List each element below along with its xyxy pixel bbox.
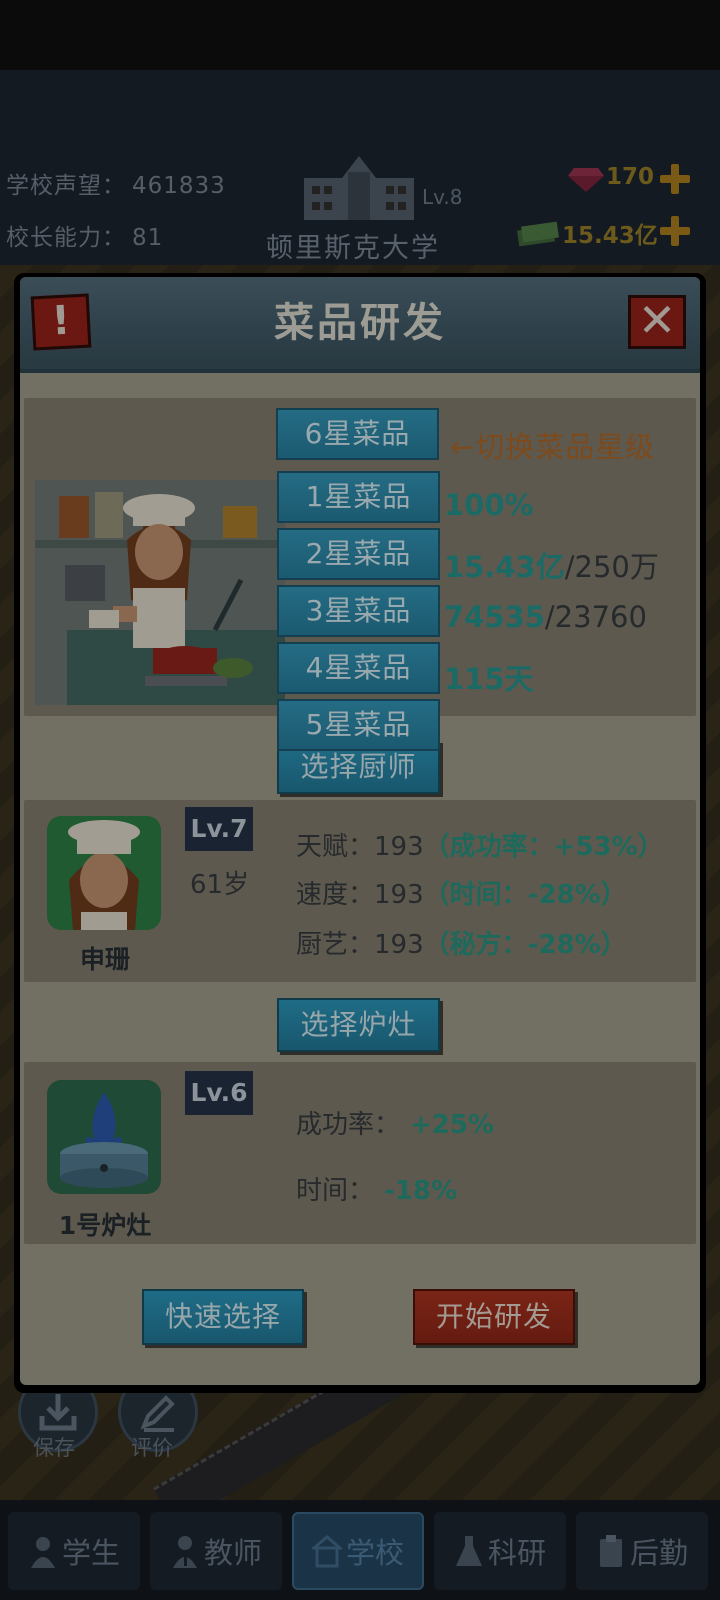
star-switch-hint: ←切换菜品星级 [450,430,656,464]
chef-age: 61岁 [190,870,250,900]
info-button[interactable]: ! [30,293,92,351]
gem-count: 170 [606,164,655,190]
reputation-value: 461833 [132,173,226,199]
pencil-icon [140,1395,175,1432]
points-value: 74535/23760 [444,600,647,634]
close-icon: ✕ [637,293,677,347]
add-money-icon[interactable] [660,216,690,246]
points-have: 74535 [444,600,545,634]
stove-success: 成功率： +25% [296,1104,494,1141]
chef-name: 申珊 [79,945,130,974]
school-icon [311,1535,342,1568]
craft-bonus: （秘方：-28%） [423,930,627,960]
school-building-icon[interactable] [300,150,418,222]
school-name: 顿里斯克大学 [266,233,440,264]
clipboard-icon [599,1535,622,1567]
chef-speed: 速度：193（时间：-28%） [296,874,627,911]
stove-time: 时间： -18% [296,1170,457,1207]
star-level-dropdown[interactable]: 6星菜品 [276,408,439,460]
reputation-label: 学校声望： [6,173,126,199]
star-option-1[interactable]: 1星菜品 [277,471,440,523]
start-research-button[interactable]: 开始研发 [413,1289,575,1345]
save-label: 保存 [33,1436,75,1460]
cost-have: 15.43亿 [444,550,565,584]
flask-icon [455,1536,482,1566]
chef-avatar[interactable] [47,816,161,930]
ability-value: 81 [132,225,164,251]
chef-level-badge: Lv.7 [185,807,253,851]
star-option-4[interactable]: 4星菜品 [277,642,440,694]
bottom-tab-bar: 学生 教师 学校 科研 后勤 [0,1500,720,1600]
talent-label: 天赋： [296,832,375,862]
stove-icon[interactable] [47,1080,161,1194]
tab-school[interactable]: 学校 [292,1512,424,1590]
tab-label: 学校 [345,1536,404,1570]
cost-value: 15.43亿/250万 [444,544,659,586]
stove-time-label: 时间： [296,1176,375,1206]
ability-stat: 校长能力： 81 [6,218,163,252]
dialog-title: 菜品研发 [274,300,446,346]
add-gems-icon[interactable] [660,164,690,194]
cost-need: /250万 [564,550,659,584]
speed-bonus: （时间：-28%） [423,880,627,910]
chef-talent: 天赋：193（成功率：+53%） [296,826,664,863]
close-button[interactable]: ✕ [628,295,686,349]
select-stove-button[interactable]: 选择炉灶 [277,998,440,1052]
craft-label: 厨艺： [296,930,375,960]
chef-craft: 厨艺：193（秘方：-28%） [296,924,627,961]
star-option-5[interactable]: 5星菜品 [277,699,440,751]
speed-value: 193 [374,880,424,910]
star-option-2[interactable]: 2星菜品 [277,528,440,580]
success-rate-value: 100% [444,488,534,522]
money-icon [517,221,559,246]
quick-select-button[interactable]: 快速选择 [142,1289,304,1345]
tab-teachers[interactable]: 教师 [150,1512,282,1590]
reputation-stat: 学校声望： 461833 [6,166,226,200]
points-need: /23760 [544,600,647,634]
tab-logistics[interactable]: 后勤 [576,1512,708,1590]
stove-level-badge: Lv.6 [185,1071,253,1115]
review-label: 评价 [131,1436,173,1460]
talent-value: 193 [374,832,424,862]
talent-bonus: （成功率：+53%） [423,832,664,862]
stove-success-label: 成功率： [296,1110,401,1140]
chef-cooking-illustration [35,480,285,705]
teacher-icon [172,1536,197,1568]
student-icon [30,1537,55,1568]
stove-success-bonus: +25% [410,1110,495,1140]
tab-research[interactable]: 科研 [434,1512,566,1590]
duration-value: 115天 [444,656,534,698]
speed-label: 速度： [296,880,375,910]
tab-label: 教师 [203,1536,262,1570]
gem-icon [568,168,604,192]
duration: 115天 [444,662,534,696]
tab-label: 后勤 [629,1536,688,1570]
download-icon [39,1394,77,1431]
tab-label: 科研 [487,1536,546,1570]
star-option-3[interactable]: 3星菜品 [277,585,440,637]
craft-value: 193 [374,930,424,960]
stove-time-bonus: -18% [384,1176,458,1206]
school-level: Lv.8 [422,185,463,209]
alert-icon: ! [50,297,72,345]
ability-label: 校长能力： [6,225,126,251]
stove-name: 1号炉灶 [58,1211,152,1240]
tab-students[interactable]: 学生 [8,1512,140,1590]
money-amount: 15.43亿 [562,223,658,249]
success-rate: 100% [444,488,534,522]
tab-label: 学生 [61,1536,120,1570]
